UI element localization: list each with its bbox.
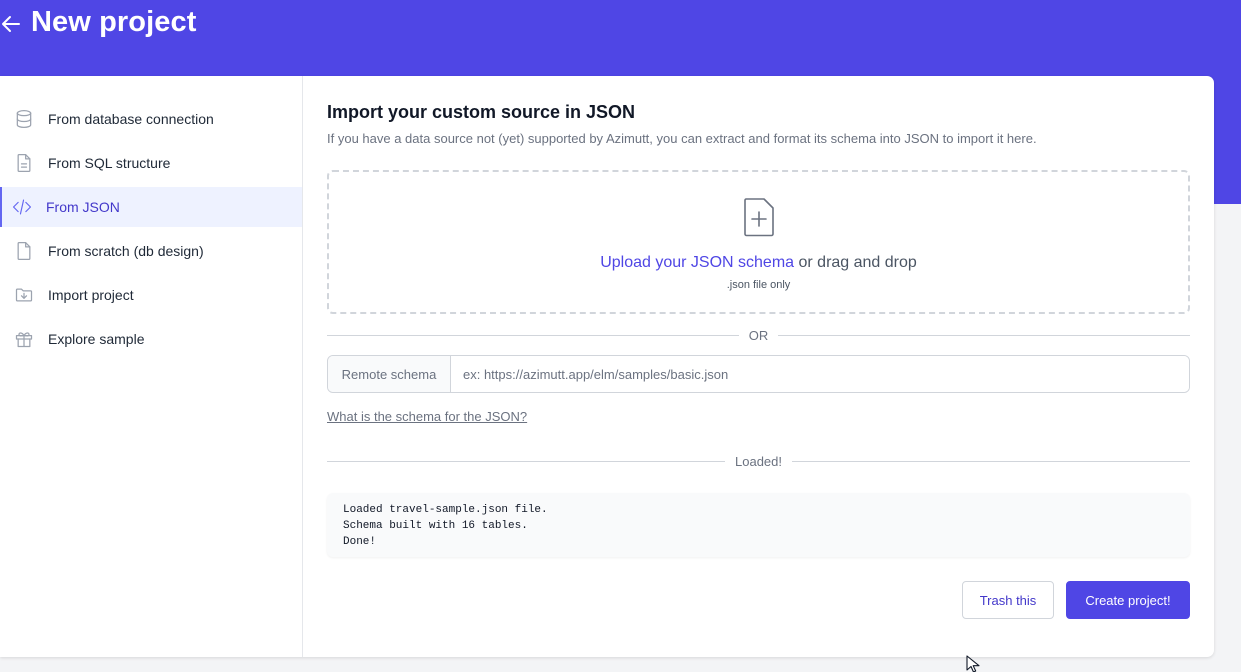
section-title: Import your custom source in JSON: [327, 102, 636, 122]
log-line: Schema built with 16 tables.: [343, 520, 528, 532]
sidebar-item-label: Explore sample: [48, 331, 145, 347]
remote-schema-input[interactable]: [451, 356, 1189, 392]
drag-drop-text: or drag and drop: [794, 254, 917, 271]
project-card: From database connection From SQL struct…: [0, 76, 1214, 657]
log-line: Loaded travel-sample.json file.: [343, 504, 548, 516]
trash-button[interactable]: Trash this: [962, 581, 1054, 619]
json-import-panel: Import your custom source in JSON If you…: [303, 76, 1214, 657]
upload-json-link[interactable]: Upload your JSON schema: [600, 254, 794, 271]
or-label: OR: [748, 328, 769, 343]
sidebar-item-label: From SQL structure: [48, 155, 171, 171]
section-description: If you have a data source not (yet) supp…: [327, 131, 1037, 146]
document-add-icon: [742, 197, 776, 242]
sidebar-item-explore-sample[interactable]: Explore sample: [0, 319, 302, 359]
import-log: Loaded travel-sample.json file. Schema b…: [327, 493, 1190, 557]
sidebar-item-database-connection[interactable]: From database connection: [0, 99, 302, 139]
code-icon: [12, 197, 32, 217]
or-divider: OR: [327, 328, 1190, 343]
create-project-button[interactable]: Create project!: [1066, 581, 1190, 619]
gift-icon: [14, 329, 34, 349]
page-header: New project: [0, 0, 196, 44]
sidebar-item-label: From scratch (db design): [48, 243, 204, 259]
sidebar-item-json[interactable]: From JSON: [0, 187, 302, 227]
log-line: Done!: [343, 536, 377, 548]
loaded-label: Loaded!: [735, 454, 782, 469]
loaded-divider: Loaded!: [327, 454, 1190, 469]
mouse-cursor-icon: [966, 655, 980, 672]
database-icon: [14, 109, 34, 129]
sidebar-item-import-project[interactable]: Import project: [0, 275, 302, 315]
file-type-hint: .json file only: [726, 279, 791, 291]
upload-line: Upload your JSON schema or drag and drop: [600, 254, 917, 272]
sidebar-item-scratch[interactable]: From scratch (db design): [0, 231, 302, 271]
source-sidebar: From database connection From SQL struct…: [0, 76, 303, 657]
sidebar-item-label: From JSON: [46, 199, 120, 215]
document-text-icon: [14, 153, 34, 173]
file-dropzone[interactable]: Upload your JSON schema or drag and drop…: [327, 170, 1190, 314]
document-icon: [14, 241, 34, 261]
page-title: New project: [31, 5, 197, 38]
remote-schema-group: Remote schema: [327, 355, 1190, 393]
sidebar-item-sql-structure[interactable]: From SQL structure: [0, 143, 302, 183]
sidebar-item-label: Import project: [48, 287, 134, 303]
arrow-left-icon[interactable]: [0, 13, 22, 35]
sidebar-item-label: From database connection: [48, 111, 214, 127]
folder-download-icon: [14, 285, 34, 305]
action-bar: Trash this Create project!: [327, 581, 1190, 619]
remote-schema-label: Remote schema: [328, 356, 451, 392]
json-schema-help-link[interactable]: What is the schema for the JSON?: [327, 409, 527, 424]
